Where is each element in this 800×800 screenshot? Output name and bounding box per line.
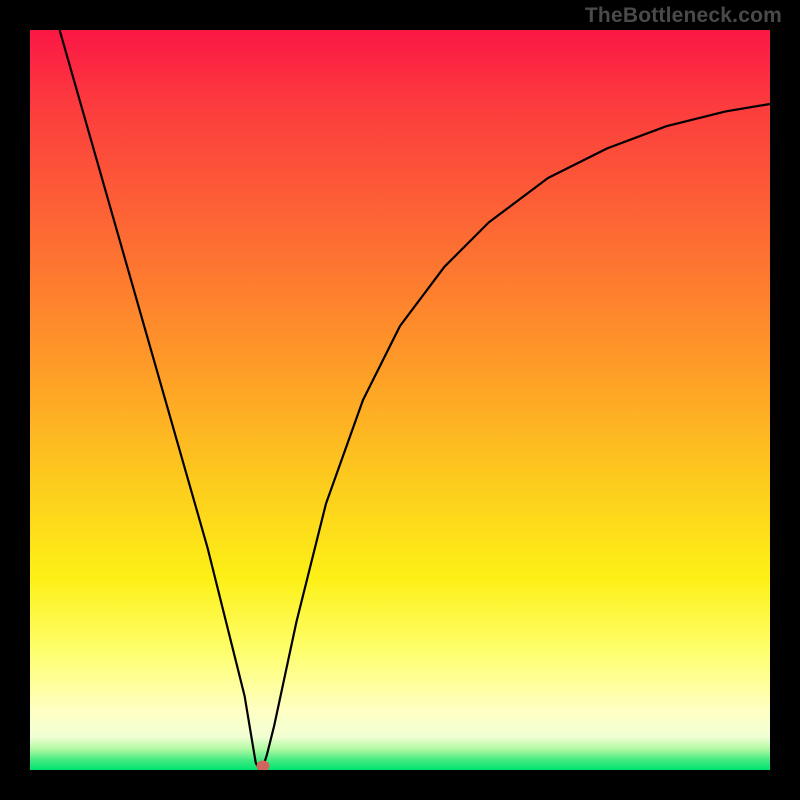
optimal-point-marker [257, 761, 270, 770]
watermark-text: TheBottleneck.com [585, 4, 782, 28]
plot-area [30, 30, 770, 770]
chart-frame: TheBottleneck.com [0, 0, 800, 800]
bottleneck-curve-path [60, 30, 770, 770]
curve-svg [30, 30, 770, 770]
